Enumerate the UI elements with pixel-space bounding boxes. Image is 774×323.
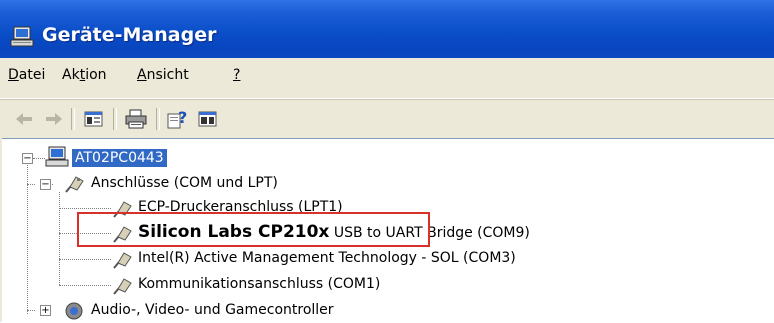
computer-icon	[10, 26, 34, 47]
tree-line	[33, 158, 45, 159]
menu-help[interactable]: ?	[233, 67, 240, 83]
toolbar-separator	[113, 108, 117, 130]
tree-device-com1[interactable]: Kommunikationsanschluss (COM1)	[138, 276, 380, 292]
port-connector-icon	[65, 176, 84, 193]
port-connector-icon	[113, 252, 132, 269]
tree-device-com3[interactable]: Intel(R) Active Management Technology - …	[138, 250, 516, 266]
svg-text:?: ?	[178, 108, 187, 127]
left-border	[0, 138, 2, 322]
collapse-expander[interactable]: −	[40, 179, 51, 190]
menu-datei[interactable]: Datei	[8, 67, 45, 83]
menu-datei-rest: atei	[18, 67, 46, 83]
collapse-expander[interactable]: −	[22, 153, 33, 164]
help-icon[interactable]: ?	[166, 108, 190, 130]
menu-aktion-pre: Ak	[62, 67, 80, 83]
port-connector-icon	[113, 278, 132, 295]
menu-aktion-rest: ion	[85, 67, 107, 83]
toolbar-separator	[71, 108, 75, 130]
tree-ports-label[interactable]: Anschlüsse (COM und LPT)	[91, 175, 278, 191]
menu-help-label: ?	[233, 67, 241, 83]
expand-expander[interactable]: +	[40, 305, 51, 316]
menu-ansicht-mnemonic: A	[137, 67, 147, 83]
speaker-icon	[65, 302, 83, 320]
tree-line	[27, 184, 35, 185]
menu-aktion[interactable]: Aktion	[62, 67, 107, 83]
computer-icon	[45, 146, 69, 167]
window-title: Geräte-Manager	[42, 24, 217, 46]
toolbar: ?	[0, 99, 774, 138]
menu-datei-mnemonic: D	[8, 67, 19, 83]
tree-line	[59, 285, 111, 286]
properties-view-icon[interactable]	[82, 108, 106, 130]
menu-ansicht-rest: nsicht	[146, 67, 189, 83]
forward-arrow-icon[interactable]	[42, 108, 66, 130]
back-arrow-icon[interactable]	[12, 108, 36, 130]
tree-audio-label[interactable]: Audio-, Video- und Gamecontroller	[91, 302, 334, 318]
print-icon[interactable]	[124, 108, 148, 130]
toolbar-separator	[156, 108, 160, 130]
tree-line	[59, 192, 60, 285]
details-view-icon[interactable]	[196, 108, 220, 130]
tree-line	[59, 259, 111, 260]
highlight-box	[77, 212, 430, 247]
menu-ansicht[interactable]: Ansicht	[137, 67, 189, 83]
tree-line	[27, 310, 35, 311]
title-bar: Geräte-Manager	[0, 0, 774, 58]
tree-root-label[interactable]: AT02PC0443	[72, 149, 167, 167]
menu-bar: Datei Aktion Ansicht ?	[0, 58, 774, 99]
tree-line	[59, 208, 111, 209]
